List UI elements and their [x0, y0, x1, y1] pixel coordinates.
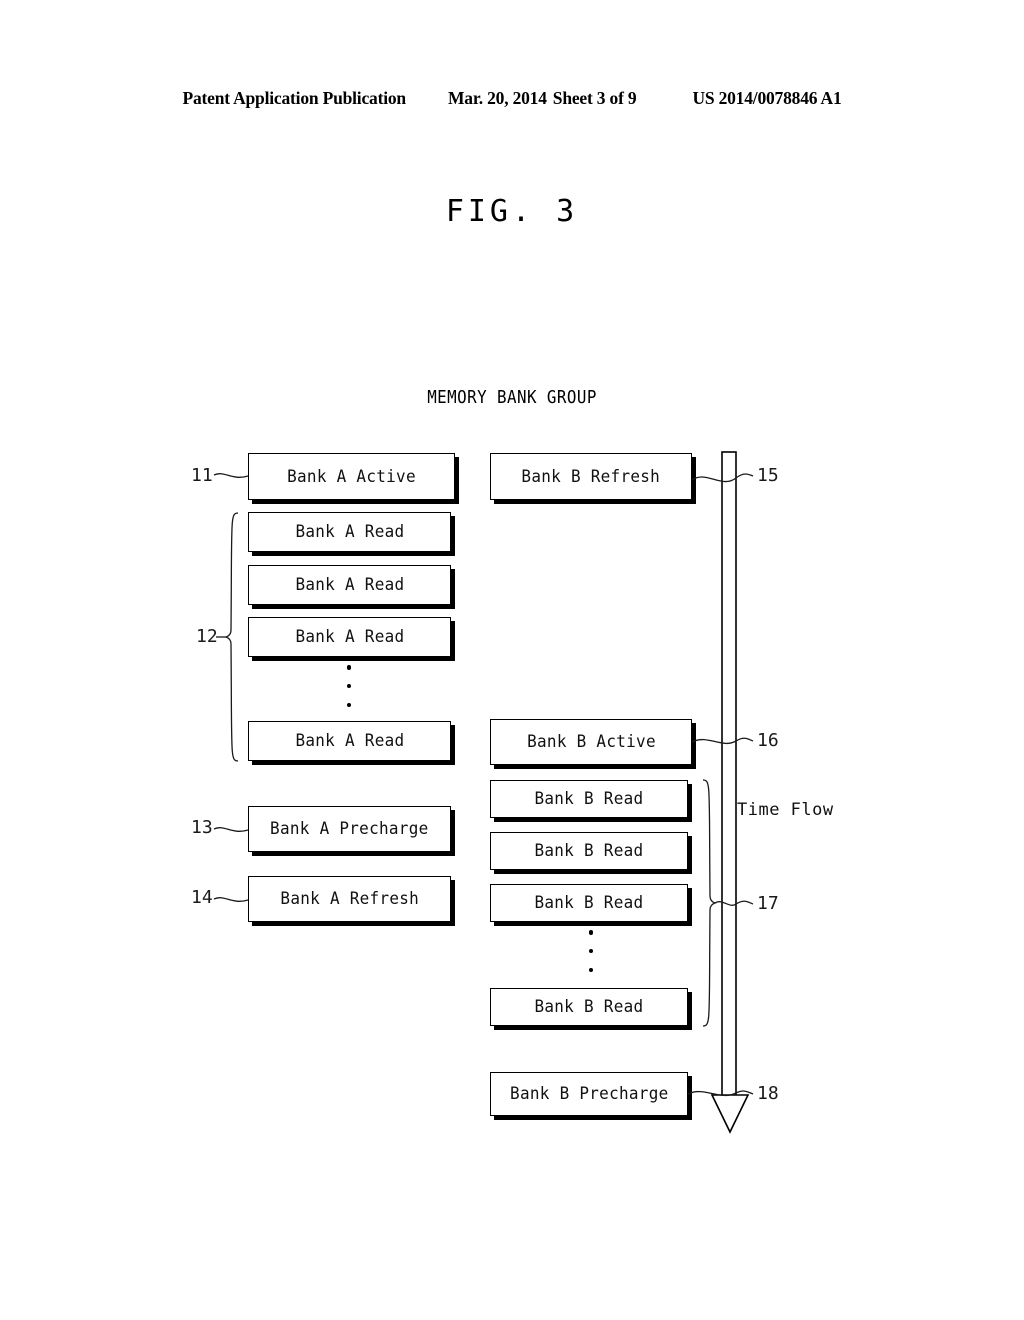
- leader-line-18: [687, 1090, 754, 1097]
- box-bank-a-read-1[interactable]: Bank A Read: [248, 512, 451, 552]
- box-bank-b-refresh-label: Bank B Refresh: [521, 466, 661, 487]
- box-bank-a-refresh-label: Bank A Refresh: [280, 889, 419, 909]
- ref-numeral-15: 15: [757, 465, 779, 486]
- box-bank-b-active[interactable]: Bank B Active: [490, 719, 692, 765]
- leader-line-15: [691, 473, 754, 483]
- box-bank-b-read-2[interactable]: Bank B Read: [490, 832, 688, 870]
- box-bank-a-read-3[interactable]: Bank A Read: [248, 617, 451, 657]
- ref-numeral-16: 16: [757, 730, 779, 751]
- leader-line-11: [213, 473, 249, 478]
- box-bank-a-read-last[interactable]: Bank A Read: [248, 721, 451, 761]
- box-bank-a-read-1-label: Bank A Read: [295, 522, 404, 542]
- box-bank-a-read-2[interactable]: Bank A Read: [248, 565, 451, 605]
- box-bank-a-read-last-label: Bank A Read: [295, 731, 404, 751]
- box-bank-b-precharge-label: Bank B Precharge: [509, 1084, 669, 1104]
- diagram-title: MEMORY BANK GROUP: [427, 387, 597, 408]
- header-publication: Patent Application Publication: [182, 88, 406, 108]
- box-bank-b-read-last[interactable]: Bank B Read: [490, 988, 688, 1026]
- box-bank-a-read-2-label: Bank A Read: [295, 575, 404, 595]
- time-flow-arrow: [710, 451, 750, 1134]
- brace-17: [702, 779, 718, 1027]
- box-bank-a-read-3-label: Bank A Read: [295, 627, 404, 647]
- ref-numeral-13: 13: [191, 817, 213, 838]
- box-bank-b-precharge[interactable]: Bank B Precharge: [490, 1072, 688, 1116]
- header-date: Mar. 20, 2014: [447, 88, 547, 108]
- box-bank-b-read-1[interactable]: Bank B Read: [490, 780, 688, 818]
- leader-line-14: [213, 897, 249, 902]
- ref-numeral-12: 12: [196, 626, 218, 647]
- leader-line-13: [213, 827, 249, 832]
- ellipsis-bank-b-read: [587, 930, 595, 972]
- box-bank-b-read-2-label: Bank B Read: [534, 841, 644, 861]
- figure-title: FIG. 3: [445, 194, 579, 229]
- box-bank-b-refresh[interactable]: Bank B Refresh: [490, 453, 692, 500]
- box-bank-b-read-3[interactable]: Bank B Read: [490, 884, 688, 922]
- box-bank-a-precharge[interactable]: Bank A Precharge: [248, 806, 451, 852]
- box-bank-a-active-label: Bank A Active: [287, 466, 416, 487]
- ref-numeral-11: 11: [191, 465, 213, 486]
- page-header: Patent Application Publication Mar. 20, …: [0, 88, 1024, 114]
- time-flow-label: Time Flow: [737, 800, 834, 820]
- box-bank-b-active-label: Bank B Active: [526, 732, 656, 752]
- ref-numeral-14: 14: [191, 887, 213, 908]
- ref-numeral-17: 17: [757, 893, 779, 914]
- ref-numeral-18: 18: [757, 1083, 779, 1104]
- header-sheet: Sheet 3 of 9: [552, 88, 637, 108]
- leader-line-16: [691, 737, 754, 745]
- box-bank-a-active[interactable]: Bank A Active: [248, 453, 455, 500]
- box-bank-a-refresh[interactable]: Bank A Refresh: [248, 876, 451, 922]
- box-bank-b-read-last-label: Bank B Read: [534, 997, 644, 1017]
- header-patent-number: US 2014/0078846 A1: [692, 88, 842, 108]
- brace-12: [223, 512, 239, 762]
- box-bank-b-read-1-label: Bank B Read: [534, 789, 644, 809]
- leader-line-17: [714, 900, 754, 906]
- box-bank-a-precharge-label: Bank A Precharge: [270, 819, 429, 839]
- ellipsis-bank-a-read: [345, 665, 353, 707]
- box-bank-b-read-3-label: Bank B Read: [534, 893, 644, 913]
